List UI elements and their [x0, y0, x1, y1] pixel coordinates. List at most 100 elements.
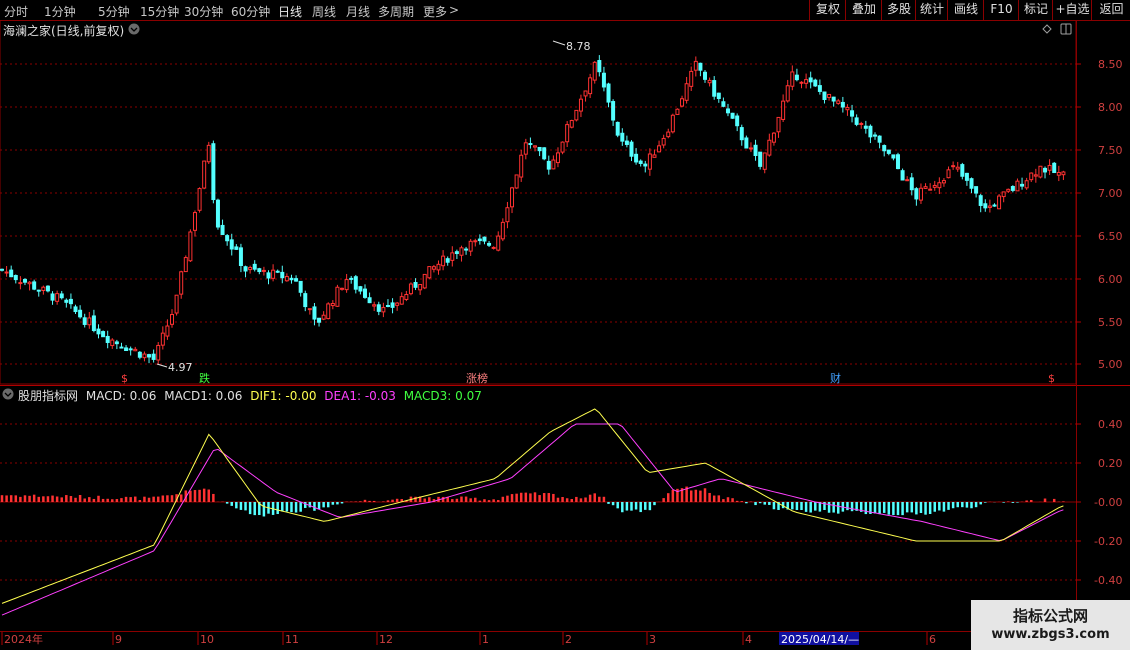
event-marker-finance[interactable]: 财: [830, 371, 841, 385]
candle-body: [22, 278, 27, 283]
candle-body: [372, 304, 377, 307]
candle-body: [629, 141, 634, 157]
high-annotation: 8.78: [552, 40, 591, 53]
candle-body: [533, 145, 537, 148]
candle-body: [385, 305, 390, 308]
candle-body: [845, 106, 850, 111]
candle-body: [220, 224, 225, 236]
date-tick: 11: [285, 633, 299, 646]
candle-body: [528, 143, 533, 146]
panel-menu-icon[interactable]: [128, 23, 140, 35]
candle-body: [514, 174, 519, 189]
back-button[interactable]: 返回: [1091, 0, 1130, 20]
candle-body: [32, 281, 37, 290]
candle-body: [941, 180, 946, 184]
candle-body: [565, 124, 570, 143]
candle-body: [18, 282, 23, 285]
tab-15min[interactable]: 15分钟: [140, 3, 179, 20]
candle-body: [280, 271, 285, 279]
tab-60min[interactable]: 60分钟: [231, 3, 270, 20]
candle-body: [850, 110, 855, 117]
tab-30min[interactable]: 30分钟: [184, 3, 223, 20]
candle-body: [110, 339, 115, 347]
tab-multi-period[interactable]: 多周期: [378, 3, 414, 20]
candle-body: [606, 83, 611, 103]
candle-body: [179, 271, 184, 295]
candle-body: [390, 302, 395, 308]
event-marker-dollar[interactable]: $: [121, 372, 128, 385]
macd-value: MACD: 0.06: [85, 389, 157, 403]
tab-5min[interactable]: 5分钟: [98, 3, 130, 20]
date-tick: 2: [565, 633, 572, 646]
candle-body: [459, 247, 464, 256]
candle-body: [601, 72, 606, 88]
candle-body: [560, 141, 565, 153]
candle-body: [133, 348, 138, 352]
tab-monthly[interactable]: 月线: [346, 3, 370, 20]
candle-body: [91, 315, 96, 332]
event-marker-dollar[interactable]: $: [1048, 372, 1055, 385]
mark-button[interactable]: 标记: [1018, 0, 1053, 20]
indicator-menu-icon[interactable]: [2, 388, 14, 400]
add-watchlist-button[interactable]: +自选: [1052, 0, 1092, 20]
chevron-right-icon[interactable]: >: [449, 3, 459, 17]
candle-body: [45, 285, 50, 292]
statistics-button[interactable]: 统计: [915, 0, 948, 20]
restore-rights-button[interactable]: 复权: [809, 0, 846, 20]
diamond-icon[interactable]: [1042, 24, 1052, 34]
candle-body: [211, 143, 216, 201]
candle-body: [753, 144, 758, 156]
candle-body: [634, 153, 639, 163]
candle-body: [284, 276, 289, 282]
candle-body: [546, 160, 551, 170]
candle-body: [831, 96, 836, 102]
candle-body: [13, 275, 18, 281]
tab-daily[interactable]: 日线: [278, 3, 302, 20]
candle-body: [137, 351, 142, 358]
chart-canvas[interactable]: 8.50 8.00 7.50 7.00 6.50 6.00 5.50 5.00 …: [0, 0, 1130, 650]
price-tick: 8.50: [1098, 58, 1123, 71]
watermark: 指标公式网 www.zbgs3.com: [971, 600, 1130, 650]
candle-body: [404, 293, 409, 300]
overlay-button[interactable]: 叠加: [845, 0, 882, 20]
candle-body: [937, 182, 942, 189]
candle-body: [1024, 180, 1029, 189]
candle-body: [312, 306, 317, 320]
candle-body: [266, 272, 271, 279]
candle-body: [767, 139, 772, 156]
candle-body: [114, 341, 119, 345]
candle-body: [330, 302, 335, 307]
candle-body: [303, 293, 308, 308]
tab-intraday[interactable]: 分时: [4, 3, 28, 20]
candle-body: [395, 302, 400, 306]
tab-1min[interactable]: 1分钟: [44, 3, 76, 20]
multi-stock-button[interactable]: 多股: [881, 0, 916, 20]
candle-body: [381, 307, 386, 313]
date-tick: 4: [745, 633, 752, 646]
candle-body: [27, 281, 32, 285]
event-marker-gainers[interactable]: 涨榜: [466, 371, 488, 385]
draw-line-button[interactable]: 画线: [947, 0, 984, 20]
toolbar: 分时 1分钟 5分钟 15分钟 30分钟 60分钟 日线 周线 月线 多周期 更…: [0, 0, 1130, 21]
candle-body: [87, 317, 92, 326]
f10-button[interactable]: F10: [983, 0, 1019, 20]
event-marker-drop[interactable]: 跌: [199, 371, 210, 385]
tab-weekly[interactable]: 周线: [312, 3, 336, 20]
candle-body: [969, 178, 974, 189]
candle-body: [431, 266, 436, 270]
candle-body: [353, 276, 358, 290]
candle-body: [160, 332, 165, 346]
candle-body: [344, 279, 349, 291]
candle-body: [946, 169, 951, 179]
candle-body: [1020, 183, 1025, 187]
tab-more[interactable]: 更多: [423, 3, 447, 20]
candle-body: [813, 79, 818, 87]
candle-body: [441, 255, 446, 267]
high-price-label: 8.78: [566, 40, 591, 53]
candle-body: [1047, 164, 1052, 171]
candle-body: [252, 263, 257, 270]
candle-body: [905, 179, 910, 182]
candle-body: [4, 271, 9, 274]
indicator-tick: -0.00: [1094, 496, 1122, 509]
candle-body: [496, 235, 501, 251]
